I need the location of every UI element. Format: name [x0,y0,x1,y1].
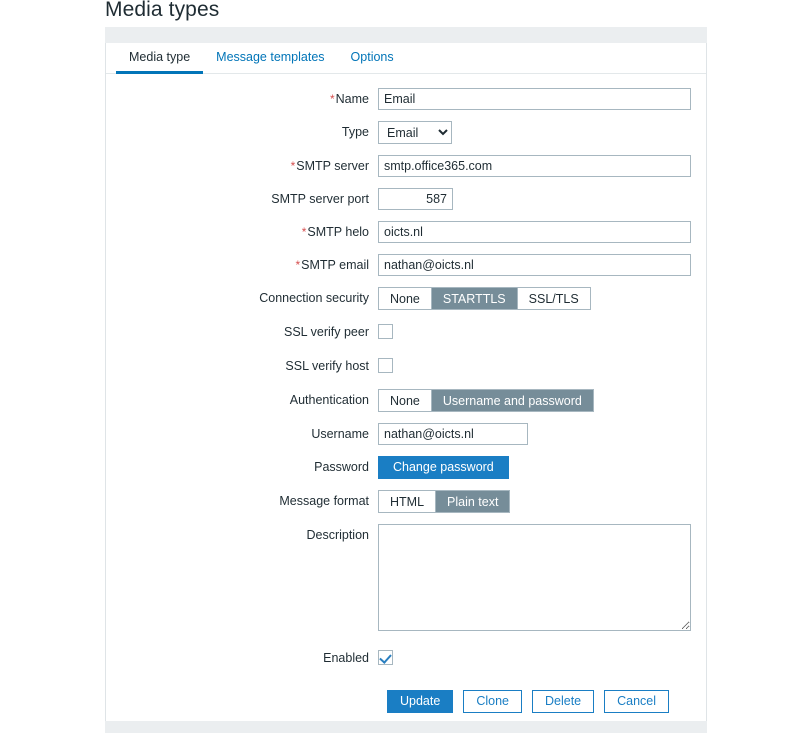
field-message-format: HTML Plain text [378,490,706,513]
description-textarea[interactable] [378,524,691,631]
media-type-form: *Name Type Email *SMTP server [106,74,706,713]
label-description: Description [306,528,369,542]
message-format-segmented: HTML Plain text [378,490,511,513]
tab-bar: Media type Message templates Options [106,43,706,74]
row-type: Type Email [106,121,706,144]
smtp-email-input[interactable] [378,254,691,276]
connection-security-segmented: None STARTTLS SSL/TLS [378,287,591,310]
field-type: Email [378,121,706,144]
label-authentication: Authentication [289,393,369,407]
name-input[interactable] [378,88,691,110]
row-smtp-email: *SMTP email [106,254,706,276]
row-smtp-port: SMTP server port [106,188,706,210]
authentication-option-username-password[interactable]: Username and password [431,390,593,411]
required-marker-smtp-server: * [290,159,296,173]
label-smtp-helo: *SMTP helo [301,225,369,239]
row-message-format: Message format HTML Plain text [106,490,706,513]
username-input[interactable] [378,423,528,445]
ssl-verify-host-checkbox[interactable] [378,358,393,373]
ssl-verify-peer-checkbox[interactable] [378,324,393,339]
label-enabled: Enabled [323,651,369,665]
connection-security-option-starttls[interactable]: STARTTLS [431,288,518,309]
row-ssl-verify-peer: SSL verify peer [106,321,706,344]
label-smtp-email: *SMTP email [295,258,369,272]
field-ssl-verify-peer [378,321,706,344]
label-name: *Name [329,92,369,106]
media-type-form-card: Media type Message templates Options *Na… [105,27,707,733]
row-connection-security: Connection security None STARTTLS SSL/TL… [106,287,706,310]
label-connection-security: Connection security [259,291,369,305]
cancel-button[interactable]: Cancel [604,690,670,713]
field-smtp-email [378,254,706,276]
label-smtp-port: SMTP server port [271,192,369,206]
row-name: *Name [106,88,706,110]
page-root: Media types Media type Message templates… [0,0,804,733]
smtp-port-input[interactable] [378,188,453,210]
row-enabled: Enabled [106,647,706,670]
tab-media-type[interactable]: Media type [116,51,204,74]
field-enabled [378,647,706,670]
required-marker-smtp-email: * [295,258,301,272]
field-smtp-port [378,188,706,210]
field-authentication: None Username and password [378,389,706,412]
row-description: Description [106,524,706,631]
field-smtp-server [378,155,706,177]
label-ssl-verify-host: SSL verify host [285,359,369,373]
field-username [378,423,706,445]
change-password-button[interactable]: Change password [378,456,509,479]
row-authentication: Authentication None Username and passwor… [106,389,706,412]
type-select[interactable]: Email [378,121,452,144]
field-smtp-helo [378,221,706,243]
field-description [378,524,706,631]
field-name [378,88,706,110]
enabled-checkbox[interactable] [378,650,393,665]
row-smtp-server: *SMTP server [106,155,706,177]
message-format-option-html[interactable]: HTML [379,491,437,512]
page-title: Media types [105,0,220,21]
delete-button[interactable]: Delete [531,690,595,713]
tab-message-templates[interactable]: Message templates [203,51,337,73]
message-format-option-plain-text[interactable]: Plain text [436,491,510,512]
label-smtp-server: *SMTP server [290,159,369,173]
connection-security-option-ssltls[interactable]: SSL/TLS [517,288,590,309]
field-password: Change password [378,456,706,479]
card-bottom-band [105,721,707,733]
row-smtp-helo: *SMTP helo [106,221,706,243]
row-ssl-verify-host: SSL verify host [106,355,706,378]
label-username: Username [311,427,369,441]
required-marker-name: * [329,92,335,106]
authentication-segmented: None Username and password [378,389,594,412]
smtp-helo-input[interactable] [378,221,691,243]
row-username: Username [106,423,706,445]
tab-options[interactable]: Options [338,51,407,73]
required-marker-smtp-helo: * [301,225,307,239]
update-button[interactable]: Update [387,690,454,713]
label-message-format: Message format [279,494,369,508]
field-ssl-verify-host [378,355,706,378]
authentication-option-none[interactable]: None [379,390,432,411]
card-top-band [105,27,707,43]
label-type: Type [341,125,369,139]
connection-security-option-none[interactable]: None [379,288,432,309]
label-ssl-verify-peer: SSL verify peer [284,325,369,339]
clone-button[interactable]: Clone [463,690,522,713]
field-connection-security: None STARTTLS SSL/TLS [378,287,706,310]
form-action-buttons: Update Clone Delete Cancel [106,690,706,713]
label-password: Password [314,460,369,474]
smtp-server-input[interactable] [378,155,691,177]
row-password: Password Change password [106,456,706,479]
